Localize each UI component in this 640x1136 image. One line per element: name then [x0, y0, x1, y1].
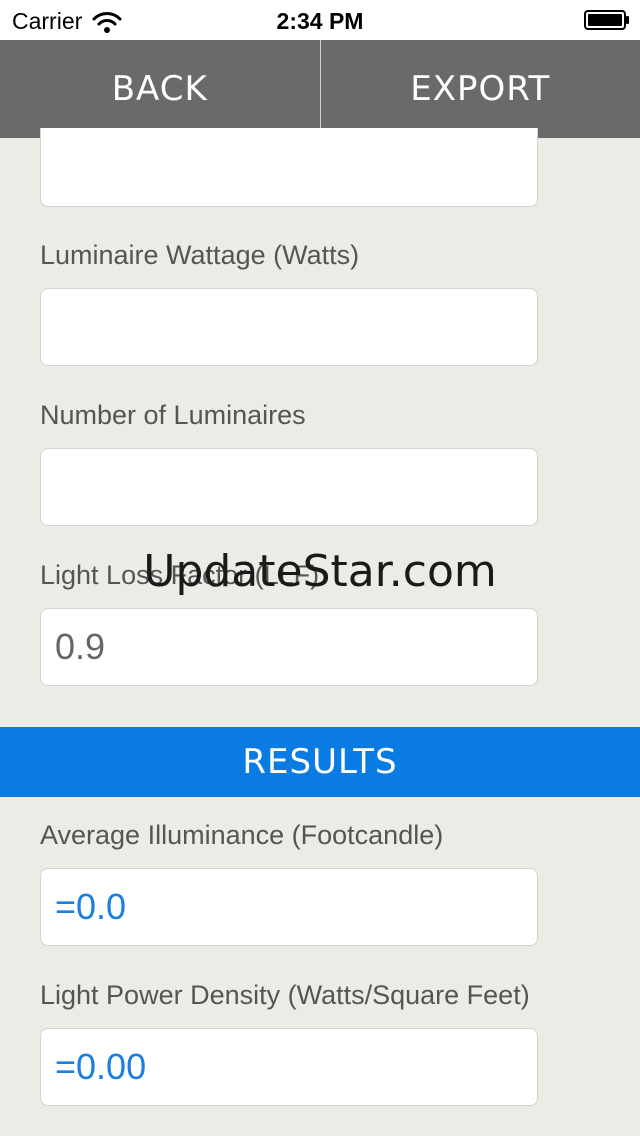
number-of-luminaires-input[interactable]	[40, 448, 538, 526]
luminaire-wattage-label: Luminaire Wattage (Watts)	[40, 240, 360, 270]
average-illuminance-label: Average Illuminance (Footcandle)	[40, 820, 444, 850]
light-power-density-value: =0.00	[40, 1028, 538, 1106]
back-button[interactable]: BACK	[0, 40, 320, 138]
results-header: RESULTS	[0, 727, 640, 797]
status-bar: Carrier 2:34 PM	[0, 0, 640, 40]
luminaire-wattage-input[interactable]	[40, 288, 538, 366]
status-time: 2:34 PM	[276, 8, 364, 34]
nav-bar: BACK EXPORT	[0, 40, 640, 138]
partial-input-field[interactable]	[40, 128, 538, 207]
average-illuminance-value: =0.0	[40, 868, 538, 946]
battery-icon	[584, 10, 629, 30]
light-power-density-label: Light Power Density (Watts/Square Feet)	[40, 980, 530, 1010]
number-of-luminaires-label: Number of Luminaires	[40, 400, 306, 430]
watermark-text: UpdateStar.com	[143, 546, 497, 597]
light-loss-factor-input[interactable]: 0.9	[40, 608, 538, 686]
export-button[interactable]: EXPORT	[321, 40, 640, 138]
